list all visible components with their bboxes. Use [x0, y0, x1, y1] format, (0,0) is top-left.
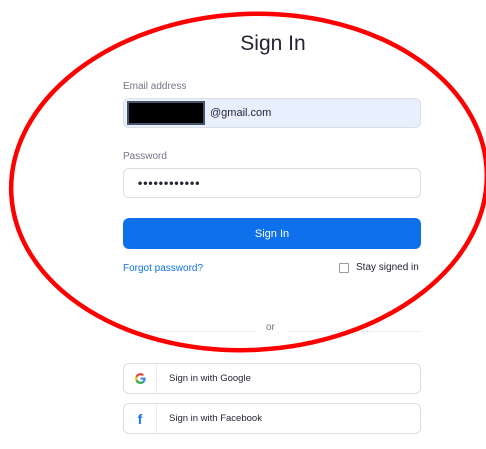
facebook-icon: f: [124, 404, 157, 433]
divider-right: [288, 331, 421, 332]
sign-in-with-facebook-button[interactable]: f Sign in with Facebook: [123, 403, 421, 434]
facebook-button-label: Sign in with Facebook: [169, 413, 262, 424]
sign-in-button[interactable]: Sign In: [123, 218, 421, 249]
stay-signed-in[interactable]: Stay signed in: [339, 262, 419, 273]
google-button-label: Sign in with Google: [169, 373, 251, 384]
page-title: Sign In: [240, 32, 306, 55]
password-label: Password: [123, 151, 167, 162]
stay-signed-in-checkbox[interactable]: [339, 262, 349, 273]
divider-left: [123, 331, 256, 332]
redaction-box: [127, 101, 205, 125]
divider-or-text: or: [266, 322, 275, 333]
google-icon: [124, 364, 157, 393]
password-field[interactable]: [123, 168, 421, 198]
stay-signed-in-label: Stay signed in: [356, 262, 419, 273]
email-label: Email address: [123, 81, 187, 92]
sign-in-with-google-button[interactable]: Sign in with Google: [123, 363, 421, 394]
sign-in-page: Sign In Email address Password Sign In F…: [0, 0, 486, 449]
forgot-password-link[interactable]: Forgot password?: [123, 263, 203, 274]
